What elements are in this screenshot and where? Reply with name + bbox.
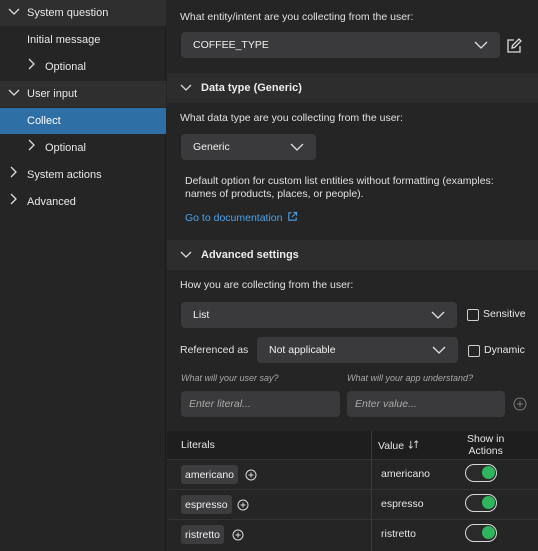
chevron-down-icon (179, 81, 193, 95)
sidebar-item-label: User input (27, 88, 78, 100)
sidebar-item-label: System question (27, 7, 109, 19)
add-synonym-icon[interactable] (232, 529, 244, 541)
value-hint: What will your app understand? (347, 373, 474, 383)
table-row: ristretto ristretto (167, 519, 538, 549)
toggle-knob (482, 496, 495, 509)
dynamic-label: Dynamic (484, 344, 525, 356)
literal-input[interactable]: Enter literal... (181, 391, 340, 417)
sidebar-item-optional[interactable]: Optional (0, 54, 166, 80)
section-title: Data type (Generic) (201, 82, 302, 94)
chevron-down-icon (290, 142, 304, 152)
data-type-section-header[interactable]: Data type (Generic) (167, 73, 538, 103)
sidebar-item-label: Advanced (27, 196, 76, 208)
sidebar-item-initial-message[interactable]: Initial message (0, 27, 166, 53)
chevron-down-icon (7, 86, 21, 100)
value-input-placeholder: Enter value... (355, 398, 417, 410)
data-type-question-label: What data type are you collecting from t… (180, 112, 403, 124)
advanced-settings-header[interactable]: Advanced settings (167, 240, 538, 270)
sensitive-checkbox[interactable] (467, 309, 479, 321)
literal-input-placeholder: Enter literal... (189, 398, 251, 410)
entity-select[interactable]: COFFEE_TYPE (181, 32, 500, 58)
header-line: Actions (468, 445, 503, 457)
referenced-as-select[interactable]: Not applicable (257, 337, 458, 363)
entity-question-label: What entity/intent are you collecting fr… (180, 11, 414, 23)
chevron-down-icon (7, 5, 21, 19)
value-input[interactable]: Enter value... (347, 391, 505, 417)
table-row: espresso espresso (167, 489, 538, 519)
edit-icon[interactable] (505, 37, 523, 55)
sort-icon (408, 439, 419, 453)
show-in-actions-toggle[interactable] (465, 524, 497, 542)
show-in-actions-toggle[interactable] (465, 464, 497, 482)
sidebar-item-advanced[interactable]: Advanced (0, 189, 166, 215)
value-column-label: Value (378, 440, 405, 452)
add-synonym-icon[interactable] (245, 469, 257, 481)
show-in-actions-column-header: Show in Actions (467, 433, 504, 457)
chevron-right-icon (6, 165, 20, 179)
sidebar-item-system-actions[interactable]: System actions (0, 162, 166, 188)
documentation-link[interactable]: Go to documentation (185, 211, 298, 225)
chevron-down-icon (432, 345, 446, 355)
chevron-down-icon (474, 40, 488, 50)
dynamic-checkbox[interactable] (468, 345, 480, 357)
value-cell: espresso (381, 498, 424, 510)
value-column-header[interactable]: Value (378, 439, 419, 453)
description-line: Default option for custom list entities … (185, 175, 494, 187)
method-select-value: List (193, 309, 210, 321)
method-select[interactable]: List (181, 302, 457, 328)
sidebar-item-collect[interactable]: Collect (0, 108, 166, 134)
column-divider (371, 431, 372, 551)
literal-chip[interactable]: americano (181, 465, 239, 484)
chevron-right-icon (24, 57, 38, 71)
referenced-as-value: Not applicable (269, 344, 336, 356)
entity-select-value: COFFEE_TYPE (193, 39, 269, 51)
main-panel: What entity/intent are you collecting fr… (167, 0, 538, 551)
sidebar-item-optional[interactable]: Optional (0, 135, 166, 161)
external-link-icon (287, 211, 298, 225)
sidebar-item-label: Collect (27, 115, 61, 127)
description-line: names of products, places, or people). (185, 188, 364, 200)
documentation-link-label: Go to documentation (185, 212, 283, 224)
literals-table: Literals Value Show in Actions americano (167, 431, 538, 551)
chevron-right-icon (24, 138, 38, 152)
header-line: Show in (467, 433, 505, 445)
referenced-as-label: Referenced as (180, 344, 249, 356)
value-cell: ristretto (381, 528, 417, 540)
sidebar-item-label: Initial message (27, 34, 101, 46)
literal-chip[interactable]: ristretto (181, 525, 225, 544)
sidebar-item-label: System actions (27, 169, 102, 181)
section-title: Advanced settings (201, 249, 299, 261)
chevron-right-icon (6, 192, 20, 206)
sidebar-item-label: Optional (45, 61, 86, 73)
table-header: Literals Value Show in Actions (167, 431, 538, 459)
value-cell: americano (381, 468, 431, 480)
show-in-actions-toggle[interactable] (465, 494, 497, 512)
method-question-label: How you are collecting from the user: (180, 279, 354, 291)
literal-chip[interactable]: espresso (181, 495, 232, 514)
data-type-select-value: Generic (193, 141, 230, 153)
add-synonym-icon[interactable] (237, 499, 249, 511)
table-row: americano americano (167, 459, 538, 489)
literal-hint: What will your user say? (181, 373, 279, 383)
toggle-knob (482, 526, 495, 539)
data-type-select[interactable]: Generic (181, 134, 316, 160)
chevron-down-icon (179, 248, 193, 262)
data-type-description: Default option for custom list entities … (185, 175, 530, 201)
sidebar: System question Initial message Optional… (0, 0, 166, 551)
sidebar-item-label: Optional (45, 142, 86, 154)
sidebar-item-system-question[interactable]: System question (0, 0, 166, 26)
sensitive-label: Sensitive (483, 308, 526, 320)
chevron-down-icon (431, 310, 445, 320)
sidebar-item-user-input[interactable]: User input (0, 81, 166, 107)
add-literal-icon[interactable] (513, 397, 527, 411)
toggle-knob (482, 466, 495, 479)
literals-column-header: Literals (181, 439, 215, 451)
